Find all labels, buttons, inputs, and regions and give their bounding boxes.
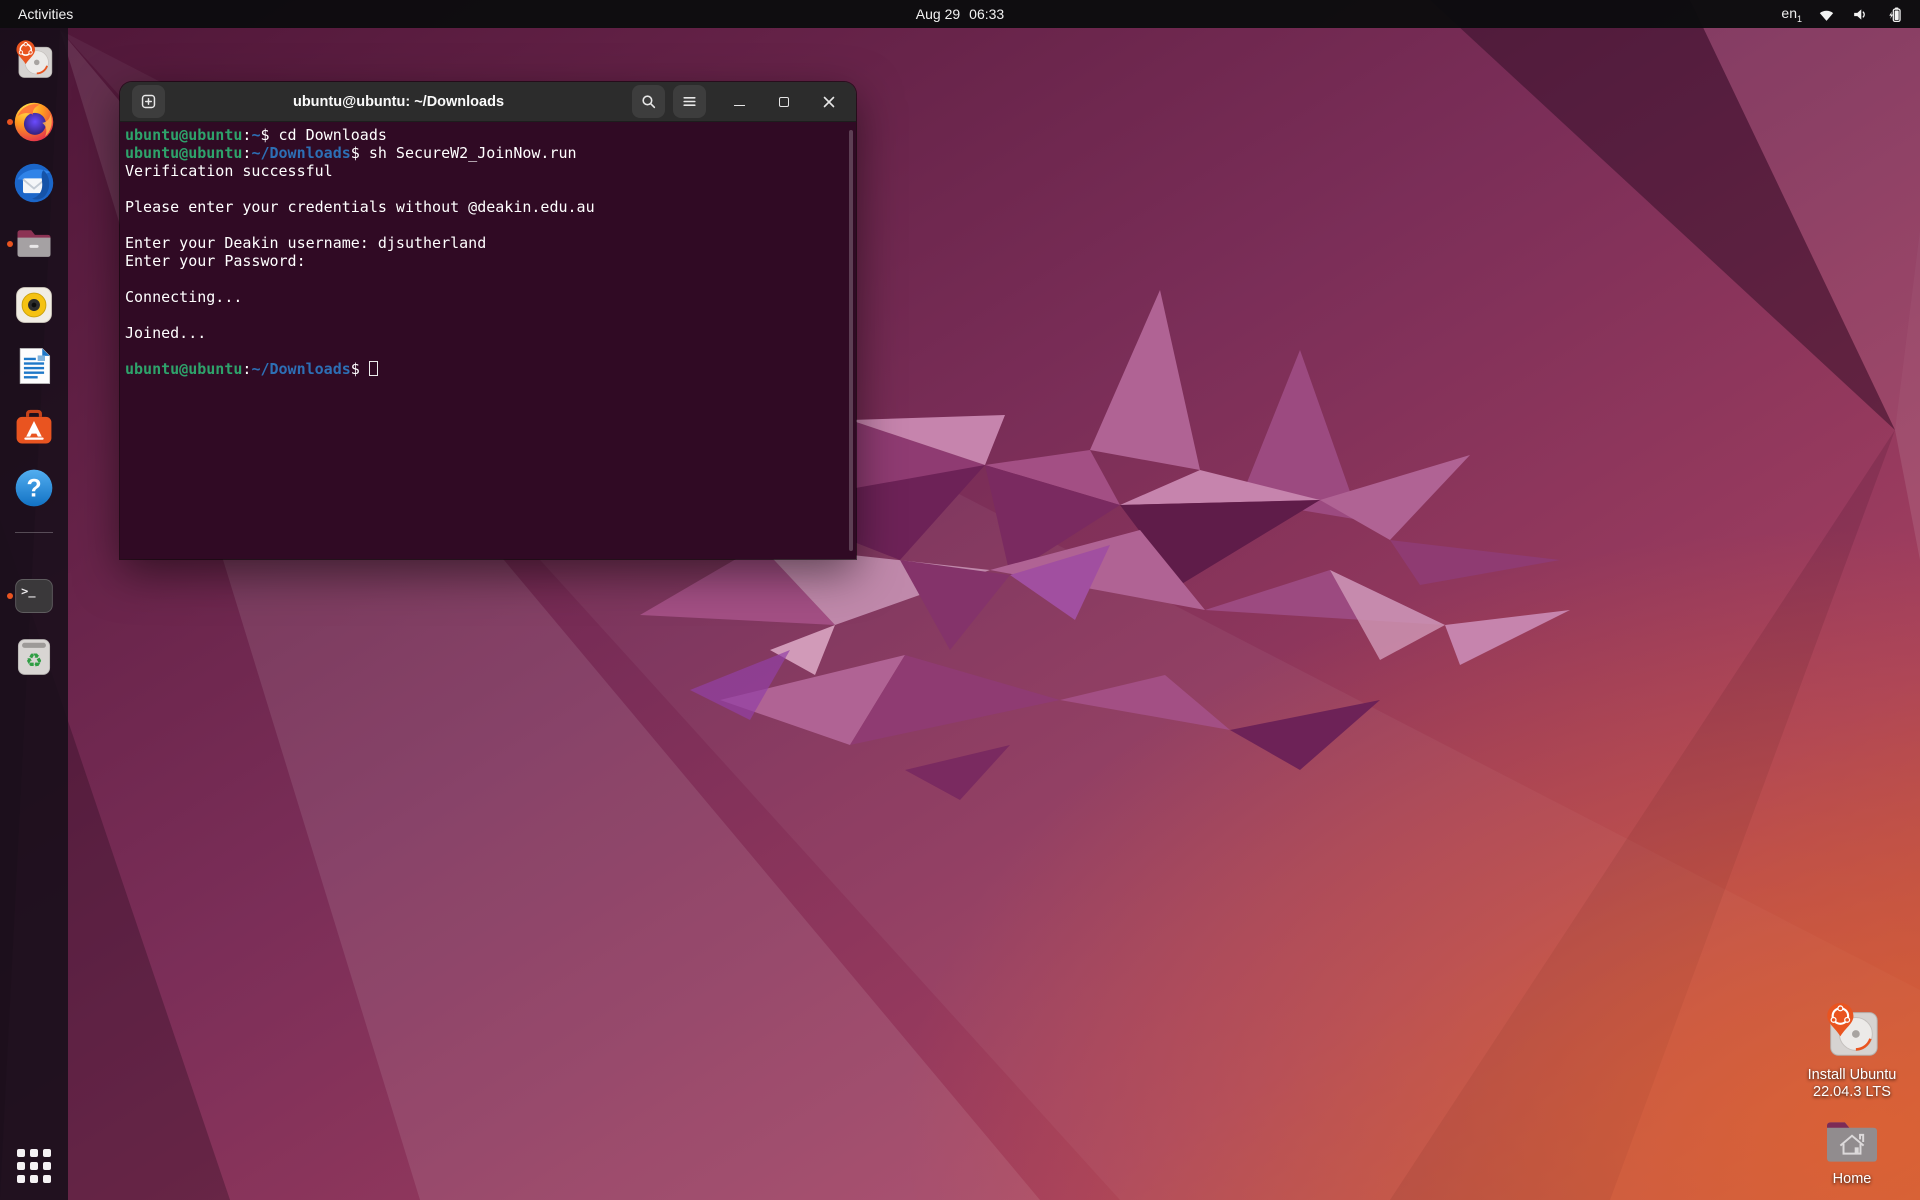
dock-item-ubiquity-installer[interactable] <box>4 38 64 84</box>
dock: ? >_ ♻ <box>0 28 68 1200</box>
desktop-icon-home[interactable]: Home <box>1823 1117 1881 1188</box>
dock-running-apps: >_ ♻ <box>4 573 64 695</box>
dock-item-thunderbird[interactable] <box>4 160 64 206</box>
terminal-scrollbar[interactable] <box>849 130 853 551</box>
terminal-line: Enter your Deakin username: djsutherland <box>125 234 842 252</box>
terminal-output: ubuntu@ubuntu:~$ cd Downloadsubuntu@ubun… <box>125 126 842 378</box>
volume-icon <box>1851 5 1870 24</box>
new-tab-icon <box>140 93 157 110</box>
terminal-line <box>125 306 842 324</box>
libreoffice-writer-icon <box>12 344 56 388</box>
terminal-line: Joined... <box>125 324 842 342</box>
search-icon <box>640 93 657 110</box>
rhythmbox-icon <box>12 283 56 327</box>
desktop-icon-label: Install Ubuntu 22.04.3 LTS <box>1808 1067 1897 1101</box>
search-button[interactable] <box>632 85 665 118</box>
clock-date: Aug 29 <box>916 6 960 22</box>
hamburger-menu-icon <box>681 93 698 110</box>
install-ubuntu-icon <box>1821 1001 1883 1063</box>
menu-button[interactable] <box>673 85 706 118</box>
terminal-line: ubuntu@ubuntu:~/Downloads$ <box>125 360 842 378</box>
clock-time: 06:33 <box>969 6 1004 22</box>
ubiquity-installer-icon <box>12 39 56 83</box>
show-apps-button[interactable] <box>14 1146 54 1186</box>
terminal-line: ubuntu@ubuntu:~$ cd Downloads <box>125 126 842 144</box>
dock-item-terminal[interactable]: >_ <box>4 573 64 619</box>
top-bar: Activities Aug 29 06:33 en1 <box>0 0 1920 28</box>
terminal-line: Please enter your credentials without @d… <box>125 198 842 216</box>
window-title: ubuntu@ubuntu: ~/Downloads <box>173 94 624 110</box>
window-controls <box>730 93 838 111</box>
svg-text:♻: ♻ <box>25 649 42 672</box>
minimize-button[interactable] <box>730 93 748 111</box>
terminal-icon: >_ <box>12 574 56 618</box>
running-indicator-dot <box>7 119 13 125</box>
terminal-cursor <box>369 361 378 376</box>
dock-item-ubuntu-software[interactable] <box>4 404 64 450</box>
close-button[interactable] <box>820 93 838 111</box>
desktop-icon-install-ubuntu[interactable]: Install Ubuntu 22.04.3 LTS <box>1808 1001 1897 1101</box>
trash-icon: ♻ <box>12 635 56 679</box>
terminal-line: ubuntu@ubuntu:~/Downloads$ sh SecureW2_J… <box>125 144 842 162</box>
terminal-line: Enter your Password: <box>125 252 842 270</box>
dock-item-rhythmbox[interactable] <box>4 282 64 328</box>
home-folder-icon <box>1823 1117 1881 1167</box>
system-status-area[interactable]: en1 <box>1765 0 1920 28</box>
thunderbird-icon <box>12 161 56 205</box>
dock-separator <box>15 532 53 533</box>
svg-text:>_: >_ <box>21 584 36 599</box>
new-tab-button[interactable] <box>132 85 165 118</box>
ubuntu-software-icon <box>12 405 56 449</box>
keyboard-layout-indicator[interactable]: en1 <box>1781 5 1802 24</box>
terminal-line <box>125 216 842 234</box>
clock[interactable]: Aug 29 06:33 <box>916 0 1004 28</box>
terminal-content[interactable]: ubuntu@ubuntu:~$ cd Downloadsubuntu@ubun… <box>120 122 856 559</box>
dock-item-libreoffice-writer[interactable] <box>4 343 64 389</box>
files-icon <box>12 222 56 266</box>
activities-button[interactable]: Activities <box>0 0 91 28</box>
terminal-titlebar[interactable]: ubuntu@ubuntu: ~/Downloads <box>120 82 856 122</box>
terminal-line <box>125 342 842 360</box>
terminal-line <box>125 270 842 288</box>
terminal-line <box>125 180 842 198</box>
help-icon: ? <box>12 466 56 510</box>
close-icon <box>822 95 836 109</box>
svg-text:?: ? <box>26 475 41 502</box>
dock-item-help[interactable]: ? <box>4 465 64 511</box>
desktop: Activities Aug 29 06:33 en1 ? >_ ♻ <box>0 0 1920 1200</box>
dock-item-files[interactable] <box>4 221 64 267</box>
terminal-line: Verification successful <box>125 162 842 180</box>
terminal-window: ubuntu@ubuntu: ~/Downloads <box>120 82 856 559</box>
terminal-line: Connecting... <box>125 288 842 306</box>
desktop-icons: Install Ubuntu 22.04.3 LTS Home <box>1790 1001 1914 1188</box>
dock-favorites: ? <box>4 38 64 526</box>
running-indicator-dot <box>7 593 13 599</box>
running-indicator-dot <box>7 241 13 247</box>
dock-item-firefox[interactable] <box>4 99 64 145</box>
maximize-button[interactable] <box>775 93 793 111</box>
wifi-icon <box>1817 5 1836 24</box>
dock-item-trash[interactable]: ♻ <box>4 634 64 680</box>
desktop-icon-label: Home <box>1833 1171 1872 1188</box>
battery-icon <box>1885 5 1904 24</box>
firefox-icon <box>12 100 56 144</box>
